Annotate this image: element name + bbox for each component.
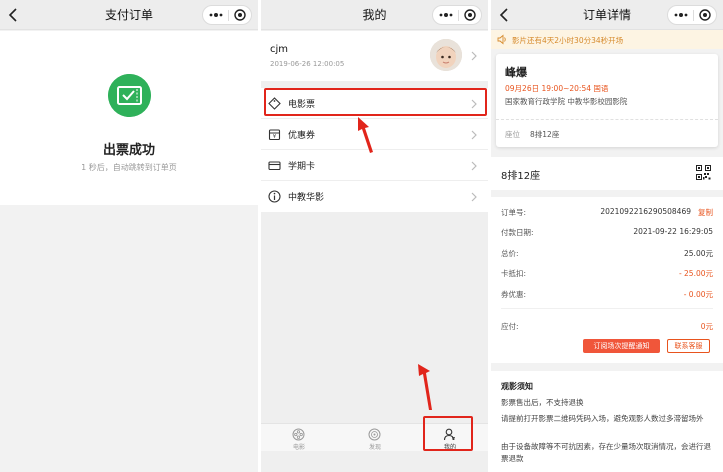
annotation-highlight-box: [423, 416, 473, 451]
seat-value: 8排12座: [530, 130, 560, 139]
countdown-text: 影片还有4天2小时30分34秒开场: [512, 36, 624, 45]
more-dots-icon[interactable]: [438, 8, 454, 22]
annotation-arrow: [418, 364, 432, 410]
coupon-icon: ¥: [268, 129, 281, 141]
capsule-menu: [432, 5, 482, 25]
film-reel-icon: [292, 428, 305, 441]
row-value: 2021-09-22 16:29:05: [633, 227, 713, 236]
close-miniprogram-icon[interactable]: [464, 9, 476, 21]
annotation-highlight-box: [264, 88, 487, 116]
info-icon: [268, 190, 281, 203]
user-register-date: 2019-06-26 12:00:05: [270, 60, 345, 68]
success-card: 出票成功 1 秒后，自动跳转到订单页: [0, 31, 258, 205]
chevron-right-icon: [471, 161, 477, 171]
more-dots-icon[interactable]: [673, 8, 689, 22]
redirect-hint: 1 秒后，自动跳转到订单页: [81, 163, 177, 172]
row-value: - 25.00元: [678, 269, 713, 278]
menu-item-label: 优惠券: [288, 131, 316, 141]
seat-number: 8排12座: [501, 171, 541, 182]
order-details: 订单号: 2021092216290508469 复制 付款日期: 2021-0…: [491, 197, 723, 363]
card-icon: [268, 161, 281, 171]
payment-order-screen: 支付订单 出票成功 1 秒后，自动跳转到订单页: [0, 0, 258, 472]
coupon-discount-row: 券优惠: - 0.00元: [501, 289, 713, 301]
nav-bar: 我的: [261, 0, 488, 30]
total-price-row: 总价: 25.00元: [501, 248, 713, 260]
seat-label: 座位: [505, 130, 520, 139]
menu-item-label: 学期卡: [288, 162, 316, 172]
contact-service-button[interactable]: 联系客服: [667, 339, 710, 353]
chevron-right-icon: [471, 192, 477, 202]
row-label: 券优惠:: [501, 290, 527, 299]
menu-item-about[interactable]: 中教华影: [261, 181, 488, 212]
user-name: cjm: [270, 44, 289, 55]
svg-text:¥: ¥: [273, 134, 276, 140]
order-number: 2021092216290508469: [600, 207, 691, 216]
notice-item: 请提前打开影票二维码凭码入场，避免观影人数过多滞留场外: [501, 414, 704, 423]
subscribe-reminder-button[interactable]: 订阅场次提醒通知: [583, 339, 660, 353]
cinema-name: 国家教育行政学院 中教华影校园影院: [505, 97, 628, 106]
success-title: 出票成功: [102, 143, 155, 158]
viewing-notice: 观影须知 影票售出后，不支持退换 请提前打开影票二维码凭码入场，避免观影人数过多…: [491, 371, 723, 472]
countdown-notice: 影片还有4天2小时30分34秒开场: [491, 30, 723, 49]
copy-link[interactable]: 复制: [698, 207, 713, 218]
movie-title: 峰爆: [505, 66, 527, 79]
capsule-menu: [202, 5, 252, 25]
row-value: 25.00元: [684, 249, 713, 258]
nav-bar: 订单详情: [491, 0, 723, 30]
row-label: 应付:: [501, 322, 519, 331]
speaker-icon: [497, 34, 506, 45]
amount-due-row: 应付: 0元: [501, 321, 713, 333]
close-miniprogram-icon[interactable]: [234, 9, 246, 21]
card-deduction-row: 卡抵扣: - 25.00元: [501, 268, 713, 280]
row-label: 总价:: [501, 249, 519, 258]
more-dots-icon[interactable]: [208, 8, 224, 22]
nav-bar: 支付订单: [0, 0, 258, 30]
notice-title: 观影须知: [501, 382, 533, 391]
chevron-right-icon: [471, 51, 477, 61]
tab-label: 电影: [292, 444, 305, 451]
notice-item: 影票售出后，不支持退换: [501, 398, 584, 407]
close-miniprogram-icon[interactable]: [699, 9, 711, 21]
tab-label: 发现: [368, 444, 381, 451]
divider: [496, 119, 718, 120]
ticket-code-section: 8排12座: [491, 157, 723, 190]
annotation-arrow: [358, 117, 373, 153]
notice-item: 由于设备故障等不可抗因素，存在少量场次取消情况，会进行退票退款: [501, 442, 711, 463]
tab-movie[interactable]: 电影: [261, 424, 337, 452]
payment-date-row: 付款日期: 2021-09-22 16:29:05: [501, 227, 713, 239]
my-profile-screen: 我的 cjm 2019-06-26 12:00:05 电影票 ¥ 优惠券 学期卡…: [261, 0, 488, 472]
menu-item-label: 中教华影: [288, 193, 325, 203]
row-value: - 0.00元: [683, 290, 713, 299]
chevron-right-icon: [471, 130, 477, 140]
row-label: 付款日期:: [501, 228, 534, 237]
tab-discover[interactable]: 发现: [337, 424, 413, 452]
showtime: 09月26日 19:00~20:54 国语: [505, 84, 609, 93]
avatar[interactable]: [430, 39, 462, 71]
row-value: 0元: [700, 322, 713, 331]
row-label: 订单号:: [501, 208, 527, 217]
discover-icon: [368, 428, 381, 441]
order-number-row: 订单号: 2021092216290508469 复制: [501, 207, 713, 219]
row-label: 卡抵扣:: [501, 269, 527, 278]
qr-code-icon[interactable]: [696, 165, 711, 180]
movie-card: 峰爆 09月26日 19:00~20:54 国语 国家教育行政学院 中教华影校园…: [496, 54, 718, 147]
order-detail-screen: 订单详情 影片还有4天2小时30分34秒开场 峰爆 09月26日 19:00~2…: [491, 0, 723, 472]
ticket-success-icon: [108, 74, 151, 117]
profile-card[interactable]: cjm 2019-06-26 12:00:05: [261, 31, 488, 81]
capsule-menu: [667, 5, 717, 25]
